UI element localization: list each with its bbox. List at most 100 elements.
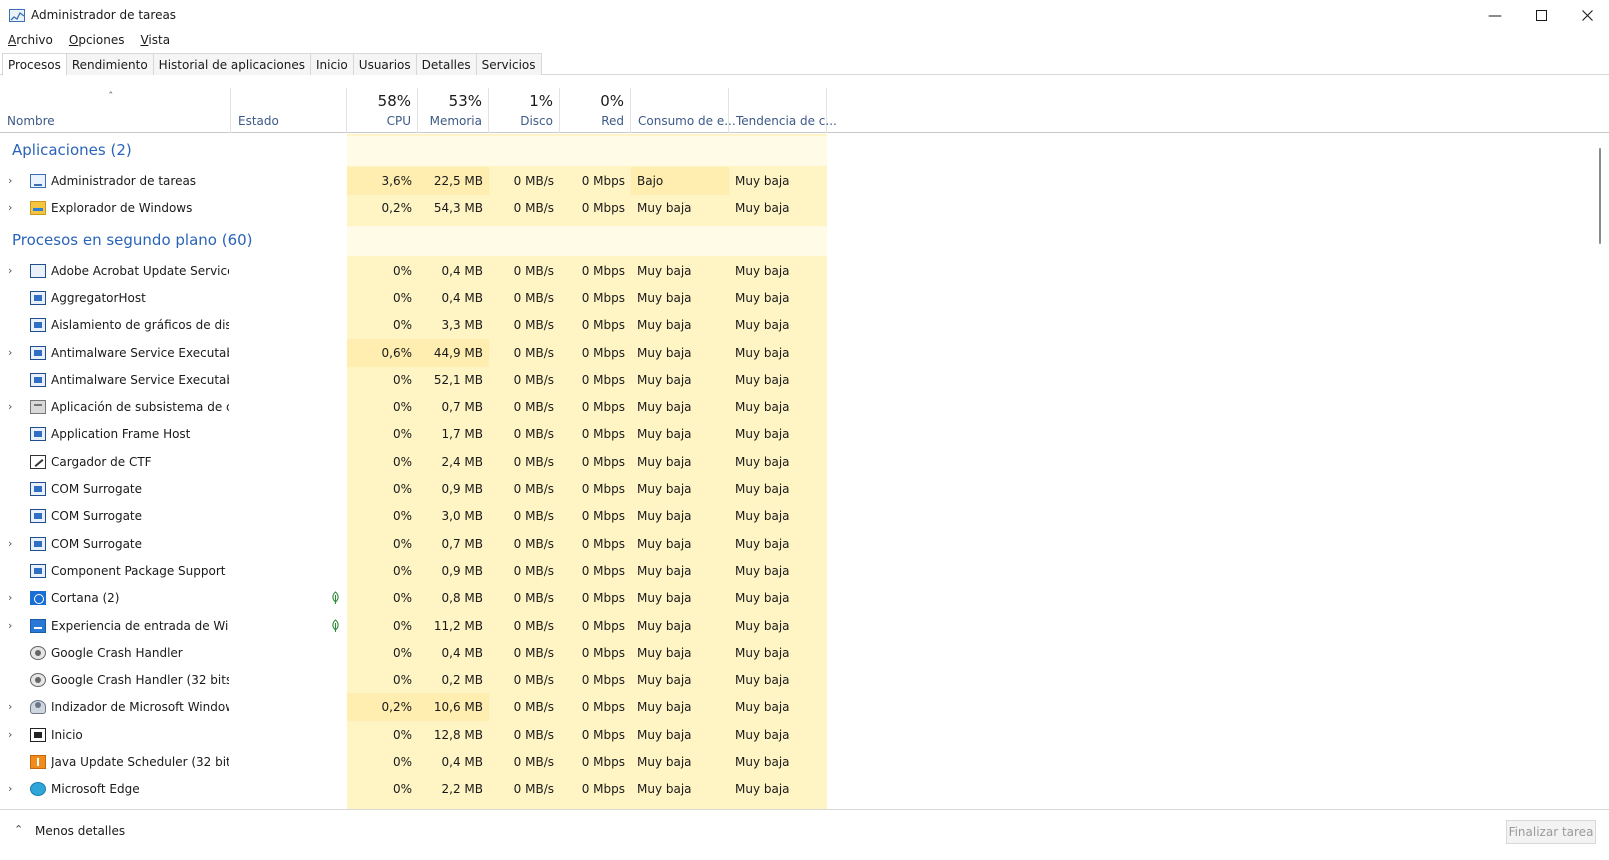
tab-usuarios[interactable]: Usuarios [352,53,417,75]
table-row[interactable]: AggregatorHost 0% 0,4 MB 0 MB/s 0 Mbps Muy ba… [0,284,1591,312]
maximize-button[interactable] [1518,0,1564,31]
table-row[interactable]: Java Update Scheduler (32 bits) 0% 0,4 MB 0… [0,748,1591,776]
table-row[interactable]: › Experiencia de entrada de Wind... 0% 11,2… [0,612,1591,640]
table-row[interactable]: Application Frame Host 0% 1,7 MB 0 MB/s 0 Mb… [0,420,1591,448]
tab-historial[interactable]: Historial de aplicaciones [152,53,312,75]
disk-cell: 0 MB/s [513,563,554,578]
indexer-icon [30,700,46,715]
chevron-right-icon[interactable]: › [8,721,12,749]
power-trend-cell: Muy baja [735,673,790,688]
tab-procesos[interactable]: Procesos [2,53,67,76]
chevron-right-icon[interactable]: › [8,693,12,721]
column-network[interactable]: 0% Red [560,88,631,133]
process-name: COM Surrogate [51,482,143,496]
column-status[interactable]: Estado [231,88,347,133]
column-cpu[interactable]: 58% CPU [347,88,418,133]
cpu-cell: 0% [392,536,412,551]
less-details-link[interactable]: Menos detalles [35,824,125,838]
close-button[interactable] [1564,0,1609,31]
table-row[interactable]: › Aplicación de subsistema de cola 0% 0,7 M… [0,393,1591,421]
service-icon [30,290,46,305]
power-trend-cell: Muy baja [735,563,790,578]
menu-opciones[interactable]: Opciones [61,31,133,51]
power-cell: Muy baja [637,482,692,496]
cpu-cell: 0% [392,618,412,633]
disk-cell: 0 MB/s [513,755,554,769]
table-row[interactable]: › Inicio 0% 12,8 MB 0 MB/s 0 Mbps Muy baja Muy … [0,721,1591,749]
table-row[interactable]: › Cortana (2) 0% 0,8 MB 0 MB/s 0 Mbps Muy baja… [0,584,1591,612]
network-cell: 0 Mbps [581,482,625,496]
tab-rendimiento[interactable]: Rendimiento [65,53,154,75]
chevron-right-icon[interactable]: › [8,584,12,612]
chevron-right-icon[interactable]: › [8,194,12,222]
end-task-button[interactable]: Finalizar tarea [1506,820,1596,844]
minimize-icon: — [1488,7,1502,24]
network-cell: 0 Mbps [581,372,625,387]
column-power-trend[interactable]: Tendencia de c... [729,88,837,133]
table-row[interactable]: Aislamiento de gráficos de disp... 0% 3,3 … [0,311,1591,339]
service-icon [30,427,46,442]
google-update-icon [30,645,46,660]
footer: ⌃ Menos detalles Finalizar tarea [0,809,1609,860]
column-name[interactable]: ˆ Nombre [0,88,231,133]
table-row[interactable]: › Administrador de tareas 3,6% 22,5 MB 0 MB/… [0,167,1591,195]
minimize-button[interactable]: — [1472,0,1518,31]
column-power[interactable]: Consumo de e... [631,88,736,133]
table-row[interactable]: Google Crash Handler 0% 0,4 MB 0 MB/s 0 Mbps… [0,639,1591,667]
disk-cell: 0 MB/s [513,536,554,551]
table-row[interactable]: › Indizador de Microsoft Window... 0,2% 10,… [0,693,1591,722]
disk-cell: 0 MB/s [513,645,554,660]
tab-servicios[interactable]: Servicios [475,53,542,75]
power-cell: Muy baja [637,727,692,742]
chevron-right-icon[interactable]: › [8,393,12,421]
network-cell: 0 Mbps [581,700,625,715]
table-row[interactable]: Antimalware Service Executable... 0% 52,1 … [0,366,1591,394]
table-row[interactable]: Component Package Support S... 0% 0,9 MB 0 … [0,557,1591,585]
service-icon [30,509,46,524]
chevron-right-icon[interactable]: › [8,167,12,195]
cpu-cell: 0% [392,509,412,524]
chevron-right-icon[interactable]: › [8,612,12,640]
cpu-cell: 0% [392,290,412,305]
table-row[interactable]: COM Surrogate 0% 3,0 MB 0 MB/s 0 Mbps Muy baj… [0,502,1591,530]
group-header[interactable]: Aplicaciones (2) [0,136,1591,170]
column-disk-label: Disco [520,114,553,128]
column-memory[interactable]: 53% Memoria [418,88,489,133]
service-icon [30,536,46,551]
chevron-up-icon[interactable]: ⌃ [14,823,23,836]
table-row[interactable]: › Antimalware Service Executable 0,6% 44,9 … [0,338,1591,367]
process-name: Cargador de CTF [51,454,152,469]
table-row[interactable]: › Explorador de Windows 0,2% 54,3 MB 0 MB/s 0… [0,194,1591,222]
table-row[interactable]: Google Crash Handler (32 bits) 0% 0,2 MB 0 … [0,666,1591,694]
service-icon [30,345,46,360]
tab-detalles[interactable]: Detalles [415,53,477,75]
cpu-cell: 0% [392,263,412,278]
table-row[interactable]: COM Surrogate 0% 0,9 MB 0 MB/s 0 Mbps Muy baj… [0,475,1591,503]
table-row[interactable]: › Microsoft Edge 0% 2,2 MB 0 MB/s 0 Mbps Muy b… [0,775,1591,803]
power-cell: Muy baja [637,318,692,333]
table-row[interactable]: Cargador de CTF 0% 2,4 MB 0 MB/s 0 Mbps Muy b… [0,448,1591,476]
folder-icon [30,201,46,216]
table-row[interactable]: › Adobe Acrobat Update Service (... 0% 0,4 … [0,257,1591,285]
network-cell: 0 Mbps [581,454,625,469]
column-disk[interactable]: 1% Disco [489,88,560,133]
cpu-cell: 0% [392,645,412,660]
chevron-right-icon[interactable]: › [8,530,12,558]
task-manager-icon [9,9,25,22]
scrollbar-thumb[interactable] [1599,148,1601,244]
table-row[interactable]: › COM Surrogate 0% 0,7 MB 0 MB/s 0 Mbps Muy ba… [0,530,1591,558]
menu-vista[interactable]: Vista [132,31,178,51]
tab-inicio[interactable]: Inicio [310,53,354,75]
power-trend-cell: Muy baja [735,454,790,469]
chevron-right-icon[interactable]: › [8,775,12,803]
chevron-right-icon[interactable]: › [8,257,12,285]
disk-cell: 0 MB/s [513,318,554,333]
cpu-cell: 0,2% [347,693,418,722]
menu-archivo[interactable]: Archivo [0,31,61,51]
network-cell: 0 Mbps [581,563,625,578]
chevron-right-icon[interactable]: › [8,339,12,367]
power-cell: Muy baja [637,673,692,688]
group-header[interactable]: Procesos en segundo plano (60) [0,226,1591,260]
vertical-scrollbar[interactable] [1591,134,1609,809]
power-trend-cell: Muy baja [735,400,790,415]
